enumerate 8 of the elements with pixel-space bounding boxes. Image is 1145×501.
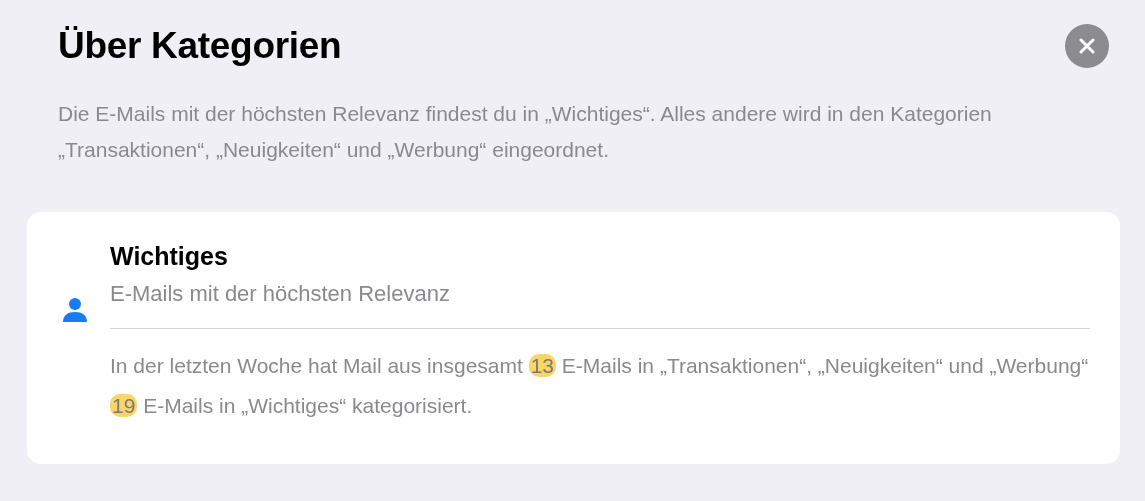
sheet-title: Über Kategorien [58,25,342,67]
close-icon [1079,38,1095,54]
close-button[interactable] [1065,24,1109,68]
description: Die E-Mails mit der höchsten Relevanz findest du in „Wichtiges“. Alles andere wird in den Kategorien „Transaktionen“, „Neuigkeiten“ und „Werbung“ eingeordnet. [58,101,993,163]
category-name: Wichtiges [110,242,229,271]
summary-text: In der letzten Woche hat Mail aus insgesamt 13 E-Mails in „Transaktionen“, „Neuigkeiten“ und „Werbung“ 19 E-Mails in „Wichtiges“ kategorisiert. [110,353,1090,419]
category-subtitle: E-Mails mit der höchsten Relevanz [110,281,451,307]
person-icon [61,296,89,324]
